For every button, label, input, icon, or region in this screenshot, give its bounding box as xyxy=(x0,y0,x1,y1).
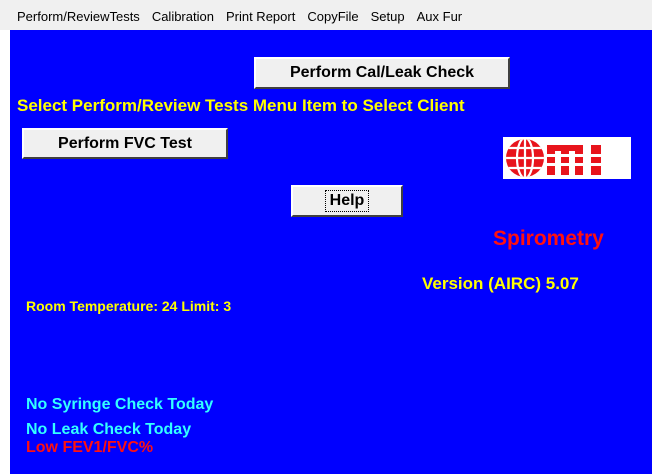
instruction-text: Select Perform/Review Tests Menu Item to… xyxy=(17,96,465,115)
omi-logo xyxy=(503,137,631,179)
application-window: Perform/ReviewTests Calibration Print Re… xyxy=(0,0,652,474)
status-no-syringe-check: No Syringe Check Today xyxy=(26,396,214,413)
menu-aux-functions[interactable]: Aux Fur xyxy=(417,0,463,24)
status-no-leak-check: No Leak Check Today xyxy=(26,421,192,438)
help-label: Help xyxy=(324,190,370,212)
window-left-edge xyxy=(0,30,10,474)
menu-perform-review-tests[interactable]: Perform/ReviewTests xyxy=(17,0,140,24)
menu-print-report[interactable]: Print Report xyxy=(226,0,295,24)
menu-copyfile[interactable]: CopyFile xyxy=(307,0,358,24)
perform-fvc-test-button[interactable]: Perform FVC Test xyxy=(22,128,228,159)
main-panel: Perform Cal/Leak Check Select Perform/Re… xyxy=(10,30,652,474)
help-button[interactable]: Help xyxy=(291,185,403,217)
menu-bar: Perform/ReviewTests Calibration Print Re… xyxy=(0,0,652,30)
product-name: Spirometry xyxy=(493,227,604,250)
menu-calibration[interactable]: Calibration xyxy=(152,0,214,24)
perform-cal-leak-check-label: Perform Cal/Leak Check xyxy=(289,64,475,81)
perform-fvc-test-label: Perform FVC Test xyxy=(58,134,192,152)
room-temperature-text: Room Temperature: 24 Limit: 3 xyxy=(26,298,232,314)
menu-setup[interactable]: Setup xyxy=(371,0,405,24)
version-text: Version (AIRC) 5.07 xyxy=(422,274,579,293)
status-low-fev1-fvc: Low FEV1/FVC% xyxy=(26,439,154,456)
perform-cal-leak-check-button[interactable]: Perform Cal/Leak Check xyxy=(254,57,510,89)
omi-logo-graphic xyxy=(503,137,631,179)
